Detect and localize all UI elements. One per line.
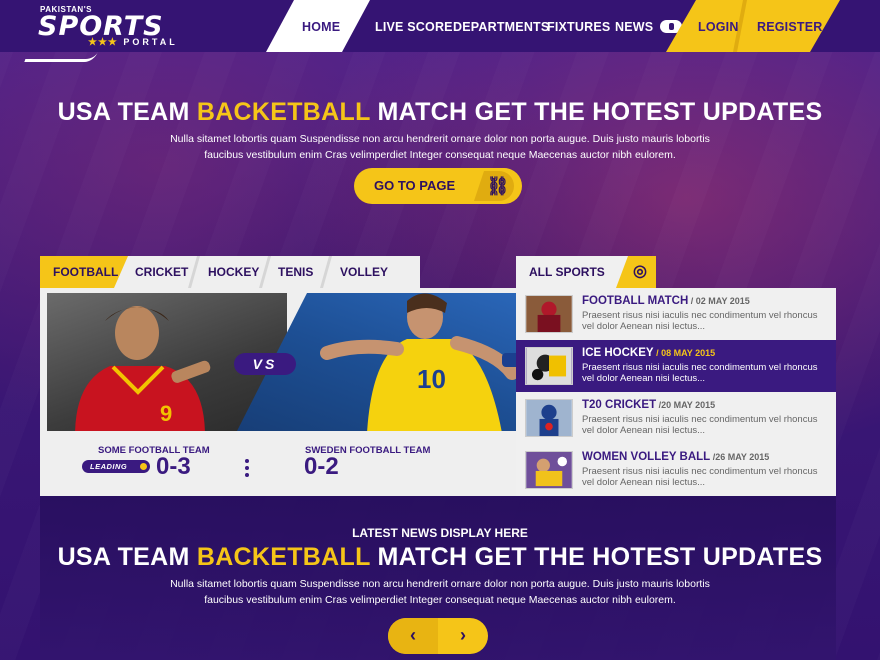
hero-title-post: MATCH GET THE HOTEST UPDATES [370,98,823,126]
prev-arrow-icon[interactable]: ‹ [388,618,438,654]
news-label: LATEST NEWS DISPLAY HERE [352,526,528,540]
cricket-thumb-image [525,399,573,437]
all-sports-tab[interactable]: ALL SPORTS ◎ [516,256,656,288]
tab-cricket[interactable]: CRICKET [135,256,188,288]
news-title-highlight: BACKETBALL [196,543,371,571]
item-title: FOOTBALL MATCH [582,295,689,307]
tab-football[interactable]: FOOTBALL [40,256,128,288]
volleyball-thumb-image [525,451,573,489]
sport-tabs: FOOTBALL CRICKET HOCKEY TENIS VOLLEY BAL… [40,256,420,311]
hero-title-pre: USA TEAM [57,98,197,126]
hero-title: USA TEAM BACKETBALL MATCH GET THE HOTEST… [0,98,880,127]
vs-badge: VS [234,353,296,375]
hero-text-line1: Nulla sitamet lobortis quam Suspendisse … [170,133,710,145]
player-spain-image: 9 [75,306,211,431]
item-date: /20 MAY 2015 [656,400,716,410]
logo-sub: ★★★ PORTAL [88,37,178,48]
list-item-title: T20 CRICKET /20 MAY 2015 [582,399,715,411]
nav-live-score[interactable]: LIVE SCORE [375,0,453,52]
list-item[interactable]: FOOTBALL MATCH / 02 MAY 2015 Praesent ri… [516,288,836,340]
list-item-desc: Praesent risus nisi iaculis nec condimen… [582,414,818,436]
nav-register[interactable]: REGISTER [757,0,823,52]
link-icon: ⛓ [474,171,514,201]
list-item-desc: Praesent risus nisi iaculis nec condimen… [582,466,818,488]
list-item[interactable]: T20 CRICKET /20 MAY 2015 Praesent risus … [516,392,836,444]
list-item[interactable]: ICE HOCKEY / 08 MAY 2015 Praesent risus … [516,340,836,392]
logo-stars-icon: ★★★ [88,37,118,48]
match-photo: 9 10 VS [47,293,516,431]
item-title: T20 CRICKET [582,399,657,411]
hero-title-highlight: BACKETBALL [196,98,371,126]
logo-swoosh [24,52,98,62]
nav-departments[interactable]: DEPARTMENTS [453,0,549,52]
tab-volley-ball[interactable]: VOLLEY BALL [340,256,420,311]
nav-fixtures[interactable]: FIXTURES [547,0,610,52]
logo-sub-text: PORTAL [123,37,178,47]
tab-tenis[interactable]: TENIS [278,256,313,288]
news-title: USA TEAM BACKETBALL MATCH GET THE HOTEST… [0,543,880,572]
nav-news[interactable]: NEWS [615,0,653,52]
item-title: ICE HOCKEY [582,347,654,359]
leading-badge: LEADING [82,460,150,473]
list-item-title: ICE HOCKEY / 08 MAY 2015 [582,347,715,359]
sports-list: FOOTBALL MATCH / 02 MAY 2015 Praesent ri… [516,288,836,496]
item-date: /26 MAY 2015 [710,452,770,462]
news-title-post: MATCH GET THE HOTEST UPDATES [370,543,823,571]
team1-name: SOME FOOTBALL TEAM [98,445,210,456]
list-item-desc: Praesent risus nisi iaculis nec condimen… [582,310,818,332]
svg-text:9: 9 [160,401,172,426]
news-text-line2: faucibus vestibulum enim Cras velimperdi… [204,594,676,606]
news-pager: ‹ › [388,618,488,654]
hockey-thumb-image [525,347,573,385]
site-logo[interactable]: PAKISTAN'S SPORTS ★★★ PORTAL [38,5,228,49]
tab-divider [320,256,332,288]
hero-text-line2: faucibus vestibulum enim Cras velimperdi… [204,149,676,161]
player-sweden-image: 10 [320,293,516,431]
tab-divider [188,256,200,288]
list-item-desc: Praesent risus nisi iaculis nec condimen… [582,362,818,384]
nav-login[interactable]: LOGIN [698,0,739,52]
item-date: / 08 MAY 2015 [653,348,716,358]
news-title-pre: USA TEAM [57,543,197,571]
list-item-title: WOMEN VOLLEY BALL /26 MAY 2015 [582,451,769,463]
tab-hockey[interactable]: HOCKEY [208,256,259,288]
item-title: WOMEN VOLLEY BALL [582,451,711,463]
svg-text:10: 10 [417,364,446,394]
all-sports-label: ALL SPORTS [529,265,605,279]
target-icon: ◎ [616,256,656,288]
nav-home[interactable]: HOME [302,0,340,52]
team1-score: 0-3 [156,453,191,480]
football-thumb-image [525,295,573,333]
team2-score: 0-2 [304,453,339,480]
go-to-page-label: GO TO PAGE [374,178,456,193]
next-arrow-icon[interactable]: › [438,618,488,654]
tab-divider [259,256,271,288]
list-item[interactable]: WOMEN VOLLEY BALL /26 MAY 2015 Praesent … [516,444,836,496]
list-item-title: FOOTBALL MATCH / 02 MAY 2015 [582,295,750,307]
item-date: / 02 MAY 2015 [688,296,750,306]
more-dots-icon[interactable] [245,459,249,477]
news-text-line1: Nulla sitamet lobortis quam Suspendisse … [170,578,710,590]
match-panel: 9 10 VS SOME FOOTBALL TEAM LEADING 0-3 S… [40,288,516,496]
go-to-page-button[interactable]: GO TO PAGE ⛓ [354,168,522,204]
